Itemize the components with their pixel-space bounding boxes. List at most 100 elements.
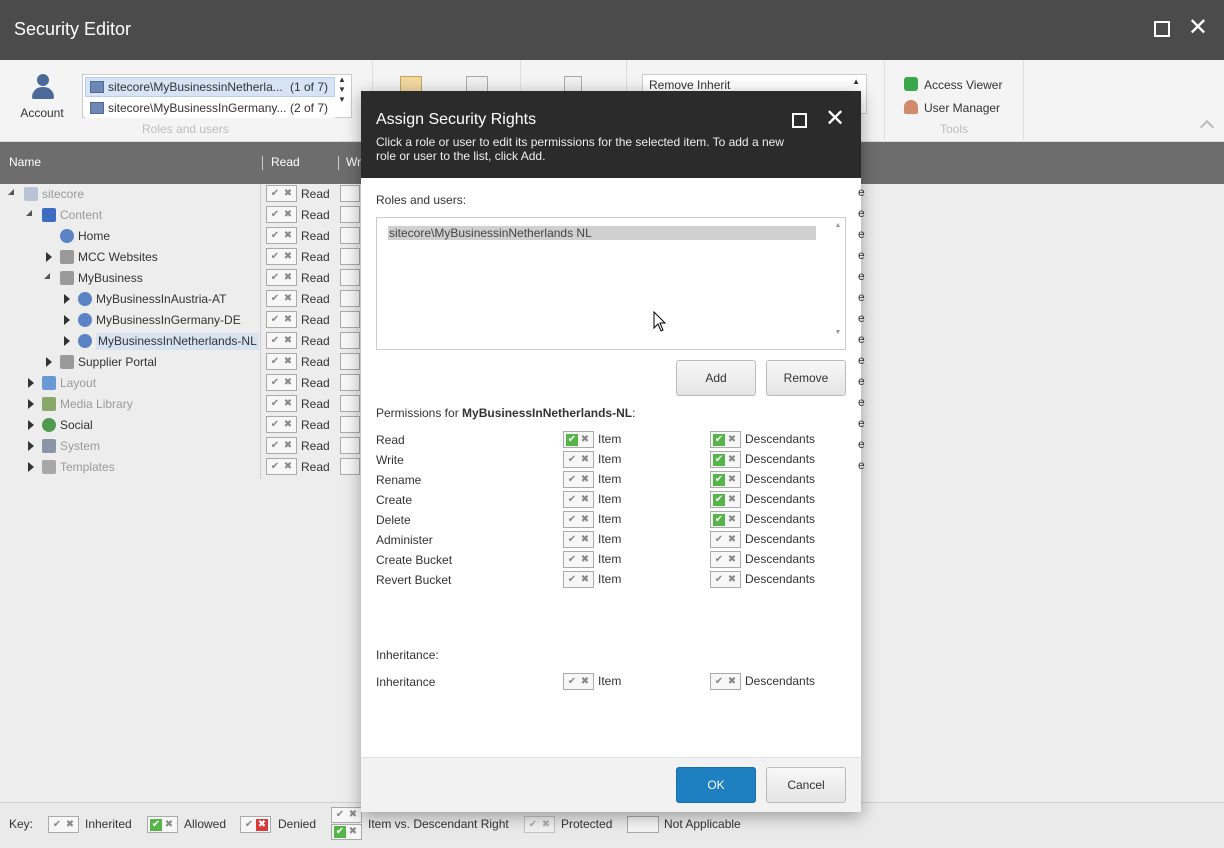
read-permission-cell[interactable]: ✔ ✖ Read [266,248,330,266]
permission-checkbox[interactable]: ✔ ✖ [266,185,297,203]
tree-node-label[interactable]: MyBusinessInNetherlands-NL [96,333,259,350]
tree-row[interactable]: MyBusinessInNetherlands-NL ✔ ✖ Read [0,332,360,353]
role-list-item[interactable]: sitecore\MyBusinessinNetherlands NL [388,226,816,240]
permission-checkbox[interactable]: ✔ ✖ [266,248,297,266]
permission-checkbox[interactable]: ✔ ✖ [266,458,297,476]
scroll-up-icon[interactable]: ▲ [852,77,860,86]
ok-button[interactable]: OK [676,767,756,803]
tree-node-label[interactable]: Content [60,207,102,224]
write-permission-checkbox[interactable] [340,374,360,391]
role-item[interactable]: sitecore\MyBusinessinNetherla... (1 of 7… [85,77,335,97]
inheritance-descendants-checkbox[interactable]: ✔ ✖ [710,673,741,690]
item-permission-checkbox[interactable]: ✔ ✖ [563,431,594,448]
remove-button[interactable]: Remove [766,360,846,396]
permission-checkbox[interactable]: ✔ ✖ [266,437,297,455]
read-permission-cell[interactable]: ✔ ✖ Read [266,416,330,434]
read-permission-cell[interactable]: ✔ ✖ Read [266,332,330,350]
item-permission-checkbox[interactable]: ✔ ✖ [563,571,594,588]
add-button[interactable]: Add [676,360,756,396]
access-viewer-button[interactable]: Access Viewer [904,77,1002,92]
tree-node-label[interactable]: Social [60,417,93,434]
write-permission-checkbox[interactable] [340,458,360,475]
write-permission-checkbox[interactable] [340,269,360,286]
tree-node-label[interactable]: MyBusinessInGermany-DE [96,312,241,329]
tree-row[interactable]: MyBusiness ✔ ✖ Read [0,269,360,290]
read-permission-cell[interactable]: ✔ ✖ Read [266,185,330,203]
tree-row[interactable]: System ✔ ✖ Read [0,437,360,458]
collapsed-arrow-icon[interactable] [64,315,70,325]
permission-checkbox[interactable]: ✔ ✖ [266,332,297,350]
write-permission-checkbox[interactable] [340,227,360,244]
roles-scrollbar[interactable]: ▲ ▼ [833,222,843,346]
tree-row[interactable]: Supplier Portal ✔ ✖ Read [0,353,360,374]
descendants-permission-checkbox[interactable]: ✔ ✖ [710,451,741,468]
item-permission-checkbox[interactable]: ✔ ✖ [563,511,594,528]
roles-scrollbar[interactable]: ▲ ▼ ▼ [335,75,349,117]
item-permission-checkbox[interactable]: ✔ ✖ [563,451,594,468]
role-item[interactable]: sitecore\MyBusinessInGermany... (2 of 7) [85,98,335,118]
tree-row[interactable]: Content ✔ ✖ Read [0,206,360,227]
tree-node-label[interactable]: Home [78,228,110,245]
collapsed-arrow-icon[interactable] [28,441,34,451]
read-permission-cell[interactable]: ✔ ✖ Read [266,269,330,287]
read-permission-cell[interactable]: ✔ ✖ Read [266,437,330,455]
descendants-permission-checkbox[interactable]: ✔ ✖ [710,551,741,568]
tree-row[interactable]: MyBusinessInGermany-DE ✔ ✖ Read [0,311,360,332]
expanded-arrow-icon[interactable] [26,210,32,216]
tree-row[interactable]: MCC Websites ✔ ✖ Read [0,248,360,269]
tree-row[interactable]: Social ✔ ✖ Read [0,416,360,437]
tree-node-label[interactable]: Layout [60,375,96,392]
read-permission-cell[interactable]: ✔ ✖ Read [266,206,330,224]
item-permission-checkbox[interactable]: ✔ ✖ [563,491,594,508]
collapsed-arrow-icon[interactable] [46,252,52,262]
maximize-icon[interactable] [1154,21,1170,37]
tree-node-label[interactable]: Media Library [60,396,133,413]
collapsed-arrow-icon[interactable] [28,399,34,409]
user-manager-button[interactable]: User Manager [904,100,1000,115]
inheritance-item-checkbox[interactable]: ✔ ✖ [563,673,594,690]
column-read[interactable]: Read [271,155,300,169]
account-button[interactable]: Account [14,74,70,120]
tree-node-label[interactable]: MCC Websites [78,249,158,266]
write-permission-checkbox[interactable] [340,437,360,454]
permission-checkbox[interactable]: ✔ ✖ [266,290,297,308]
expanded-arrow-icon[interactable] [44,273,50,279]
maximize-icon[interactable] [792,113,807,128]
item-permission-checkbox[interactable]: ✔ ✖ [563,471,594,488]
descendants-permission-checkbox[interactable]: ✔ ✖ [710,511,741,528]
write-permission-checkbox[interactable] [340,332,360,349]
collapse-ribbon-icon[interactable] [1199,119,1215,135]
collapsed-arrow-icon[interactable] [64,294,70,304]
collapsed-arrow-icon[interactable] [46,357,52,367]
roles-users-list[interactable]: sitecore\MyBusinessinNetherla... (1 of 7… [82,74,352,118]
read-permission-cell[interactable]: ✔ ✖ Read [266,353,330,371]
read-permission-cell[interactable]: ✔ ✖ Read [266,374,330,392]
permission-checkbox[interactable]: ✔ ✖ [266,206,297,224]
close-icon[interactable]: ✕ [1188,16,1208,40]
close-icon[interactable]: ✕ [825,107,845,131]
column-write[interactable]: Wr [346,155,361,169]
tree-row[interactable]: Home ✔ ✖ Read [0,227,360,248]
write-permission-checkbox[interactable] [340,311,360,328]
tree-row[interactable]: sitecore ✔ ✖ Read [0,185,360,206]
item-permission-checkbox[interactable]: ✔ ✖ [563,531,594,548]
permission-checkbox[interactable]: ✔ ✖ [266,395,297,413]
read-permission-cell[interactable]: ✔ ✖ Read [266,290,330,308]
collapsed-arrow-icon[interactable] [28,378,34,388]
tree-row[interactable]: Layout ✔ ✖ Read [0,374,360,395]
dialog-roles-list[interactable]: sitecore\MyBusinessinNetherlands NL ▲ ▼ [376,217,846,350]
permission-checkbox[interactable]: ✔ ✖ [266,353,297,371]
write-permission-checkbox[interactable] [340,185,360,202]
expanded-arrow-icon[interactable] [8,189,14,195]
tree-node-label[interactable]: System [60,438,100,455]
write-permission-checkbox[interactable] [340,353,360,370]
tree-node-label[interactable]: sitecore [42,186,84,203]
read-permission-cell[interactable]: ✔ ✖ Read [266,458,330,476]
collapsed-arrow-icon[interactable] [28,462,34,472]
column-name[interactable]: Name [9,155,41,169]
collapsed-arrow-icon[interactable] [64,336,70,346]
permission-checkbox[interactable]: ✔ ✖ [266,416,297,434]
descendants-permission-checkbox[interactable]: ✔ ✖ [710,531,741,548]
write-permission-checkbox[interactable] [340,290,360,307]
descendants-permission-checkbox[interactable]: ✔ ✖ [710,431,741,448]
